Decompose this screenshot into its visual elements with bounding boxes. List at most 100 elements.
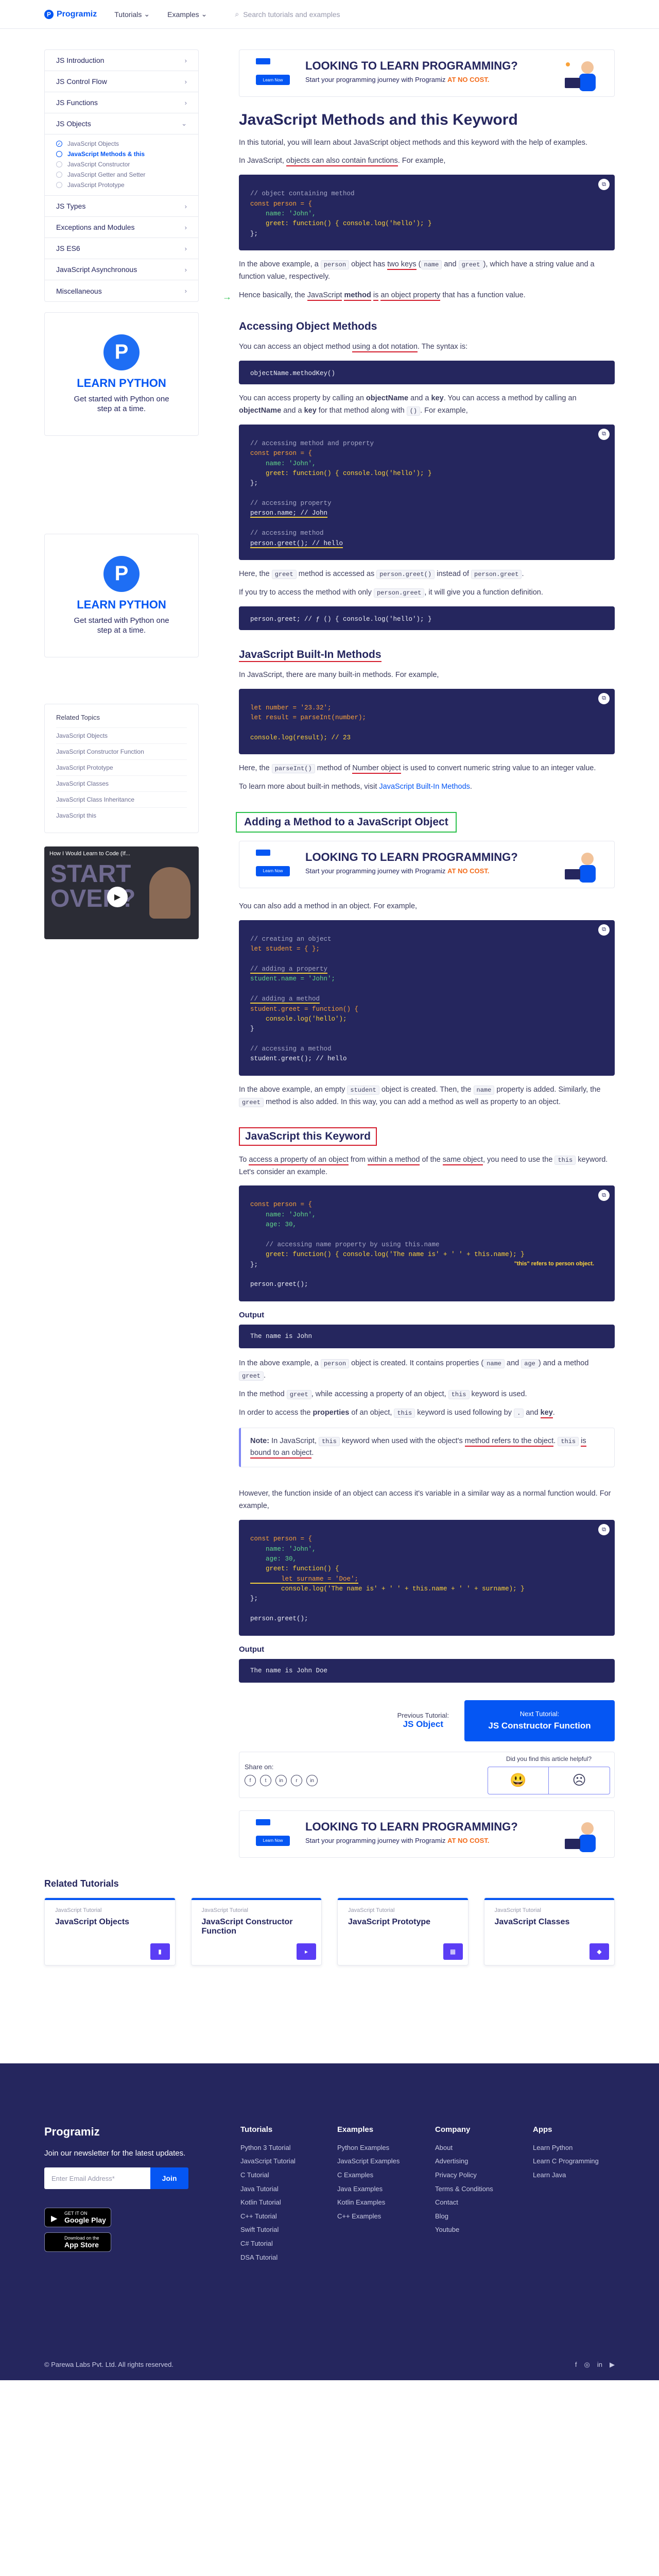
related-card[interactable]: JavaScript Tutorial JavaScript Objects ▮ bbox=[44, 1897, 176, 1965]
related-topic-link[interactable]: JavaScript Objects bbox=[56, 727, 187, 743]
toc-item-exceptions-modules[interactable]: Exceptions and Modules › bbox=[45, 217, 198, 238]
learn-now-button[interactable]: Learn Now bbox=[256, 866, 290, 876]
toc-item-js-objects[interactable]: JS Objects ⌄ bbox=[45, 113, 198, 134]
footer-link[interactable]: Terms & Conditions bbox=[435, 2182, 517, 2196]
facebook-icon[interactable]: f bbox=[245, 1775, 256, 1787]
footer-link[interactable]: Kotlin Examples bbox=[337, 2196, 420, 2210]
copy-icon[interactable]: ⧉ bbox=[598, 428, 610, 440]
twitter-icon[interactable]: t bbox=[260, 1775, 271, 1787]
toc-item-js-es6[interactable]: JS ES6 › bbox=[45, 238, 198, 259]
footer-link[interactable]: Contact bbox=[435, 2196, 517, 2210]
email-field[interactable]: Enter Email Address* bbox=[44, 2167, 150, 2190]
learn-now-button[interactable]: Learn Now bbox=[256, 1835, 290, 1846]
copy-icon[interactable]: ⧉ bbox=[598, 924, 610, 936]
promo-banner[interactable]: Learn Now LOOKING TO LEARN PROGRAMMING? … bbox=[239, 49, 615, 97]
toc-item-js-types[interactable]: JS Types › bbox=[45, 196, 198, 217]
next-tutorial-button[interactable]: Next Tutorial: JS Constructor Function bbox=[464, 1700, 615, 1741]
nav-examples[interactable]: Examples ⌄ bbox=[167, 10, 207, 19]
footer-link[interactable]: C Examples bbox=[337, 2168, 420, 2182]
app-store-badge[interactable]: Download on the App Store bbox=[44, 2232, 111, 2252]
learn-python-ad[interactable]: P LEARN PYTHON Get started with Python o… bbox=[44, 534, 199, 657]
facebook-icon[interactable]: f bbox=[575, 2361, 577, 2369]
footer-link[interactable]: Kotlin Tutorial bbox=[240, 2196, 323, 2210]
footer-link[interactable]: C++ Tutorial bbox=[240, 2210, 323, 2224]
linkedin-icon[interactable]: in bbox=[306, 1775, 318, 1787]
reddit-icon[interactable]: r bbox=[291, 1775, 302, 1787]
toc-item-js-async[interactable]: JavaScript Asynchronous › bbox=[45, 259, 198, 280]
toc-item-js-functions[interactable]: JS Functions › bbox=[45, 92, 198, 113]
builtin-methods-link[interactable]: JavaScript Built-In Methods bbox=[379, 783, 470, 791]
text: In the above example, a bbox=[239, 260, 319, 269]
related-card[interactable]: JavaScript Tutorial JavaScript Classes ◆ bbox=[483, 1897, 615, 1965]
paragraph: To access a property of an object from w… bbox=[239, 1154, 615, 1179]
video-thumbnail[interactable]: How I Would Learn to Code (If... START O… bbox=[44, 846, 199, 939]
footer-link[interactable]: Blog bbox=[435, 2210, 517, 2224]
text: , you need to use the bbox=[482, 1155, 553, 1164]
footer-link[interactable]: Python 3 Tutorial bbox=[240, 2141, 323, 2155]
google-play-icon: ▶ bbox=[51, 2214, 58, 2224]
related-topic-link[interactable]: JavaScript Classes bbox=[56, 775, 187, 791]
footer-link[interactable]: Java Tutorial bbox=[240, 2182, 323, 2196]
toc-item-misc[interactable]: Miscellaneous › bbox=[45, 280, 198, 301]
video-title: How I Would Learn to Code (If... bbox=[49, 851, 130, 857]
happy-face-icon[interactable]: 😃 bbox=[488, 1767, 549, 1794]
footer-link[interactable]: C++ Examples bbox=[337, 2210, 420, 2224]
footer-link[interactable]: Privacy Policy bbox=[435, 2168, 517, 2182]
copy-icon[interactable]: ⧉ bbox=[598, 692, 610, 704]
learn-now-button[interactable]: Learn Now bbox=[256, 75, 290, 85]
nav-examples-label: Examples bbox=[167, 10, 199, 19]
programiz-logo[interactable]: P Programiz bbox=[44, 9, 97, 19]
footer-link[interactable]: About bbox=[435, 2141, 517, 2155]
footer-link[interactable]: DSA Tutorial bbox=[240, 2251, 323, 2265]
nav-tutorials[interactable]: Tutorials ⌄ bbox=[114, 10, 150, 19]
footer-link[interactable]: Youtube bbox=[435, 2223, 517, 2237]
copy-icon[interactable]: ⧉ bbox=[598, 179, 610, 191]
google-play-badge[interactable]: ▶ GET IT ON Google Play bbox=[44, 2208, 111, 2228]
promo-banner[interactable]: Learn Now LOOKING TO LEARN PROGRAMMING? … bbox=[239, 1810, 615, 1858]
subitem-javascript-objects[interactable]: ✓ JavaScript Objects bbox=[56, 139, 198, 149]
instagram-icon[interactable]: ◎ bbox=[584, 2361, 590, 2369]
code-line: // adding a property bbox=[250, 965, 328, 974]
prev-link[interactable]: JS Object bbox=[403, 1719, 443, 1729]
related-topic-link[interactable]: JavaScript Constructor Function bbox=[56, 743, 187, 759]
linkedin-icon[interactable]: in bbox=[597, 2361, 602, 2369]
footer-link[interactable]: JavaScript Tutorial bbox=[240, 2155, 323, 2168]
linkedin-icon[interactable]: in bbox=[275, 1775, 287, 1787]
learn-python-ad[interactable]: P LEARN PYTHON Get started with Python o… bbox=[44, 312, 199, 436]
footer-link[interactable]: JavaScript Examples bbox=[337, 2155, 420, 2168]
previous-tutorial[interactable]: Previous Tutorial: JS Object bbox=[397, 1711, 449, 1730]
footer-link[interactable]: Learn Python bbox=[533, 2141, 615, 2155]
footer-link[interactable]: Python Examples bbox=[337, 2141, 420, 2155]
join-button[interactable]: Join bbox=[150, 2167, 188, 2190]
toc-item-js-introduction[interactable]: JS Introduction › bbox=[45, 50, 198, 71]
chevron-right-icon: › bbox=[184, 77, 187, 86]
footer-link[interactable]: Swift Tutorial bbox=[240, 2223, 323, 2237]
banner-logo bbox=[256, 849, 270, 856]
code-line: let number = '23.32'; bbox=[250, 704, 332, 711]
related-topic-link[interactable]: JavaScript Prototype bbox=[56, 759, 187, 775]
toc-item-js-control-flow[interactable]: JS Control Flow › bbox=[45, 71, 198, 92]
footer-link[interactable]: Java Examples bbox=[337, 2182, 420, 2196]
footer-link[interactable]: Learn C Programming bbox=[533, 2155, 615, 2168]
subitem-prototype[interactable]: JavaScript Prototype bbox=[56, 180, 198, 190]
youtube-icon[interactable]: ▶ bbox=[610, 2361, 615, 2369]
play-icon[interactable]: ▶ bbox=[107, 887, 128, 907]
subitem-constructor[interactable]: JavaScript Constructor bbox=[56, 159, 198, 170]
related-card[interactable]: JavaScript Tutorial JavaScript Prototype ▦ bbox=[337, 1897, 469, 1965]
footer-link[interactable]: Learn Java bbox=[533, 2168, 615, 2182]
footer-link[interactable]: C# Tutorial bbox=[240, 2237, 323, 2251]
search-input[interactable]: ⌕ Search tutorials and examples bbox=[235, 10, 340, 19]
related-topic-link[interactable]: JavaScript Class Inheritance bbox=[56, 791, 187, 807]
sad-face-icon[interactable]: ☹ bbox=[549, 1767, 610, 1794]
copy-icon[interactable]: ⧉ bbox=[598, 1524, 610, 1536]
footer-link[interactable]: C Tutorial bbox=[240, 2168, 323, 2182]
subitem-getter-setter[interactable]: JavaScript Getter and Setter bbox=[56, 170, 198, 180]
footer-logo[interactable]: Programiz bbox=[44, 2125, 188, 2139]
related-card[interactable]: JavaScript Tutorial JavaScript Constructo… bbox=[190, 1897, 322, 1965]
toc-label: JavaScript Asynchronous bbox=[56, 265, 137, 274]
subitem-methods-this[interactable]: JavaScript Methods & this bbox=[56, 149, 198, 159]
copy-icon[interactable]: ⧉ bbox=[598, 1190, 610, 1201]
footer-link[interactable]: Advertising bbox=[435, 2155, 517, 2168]
promo-banner[interactable]: Learn Now LOOKING TO LEARN PROGRAMMING? … bbox=[239, 840, 615, 888]
related-topic-link[interactable]: JavaScript this bbox=[56, 807, 187, 823]
